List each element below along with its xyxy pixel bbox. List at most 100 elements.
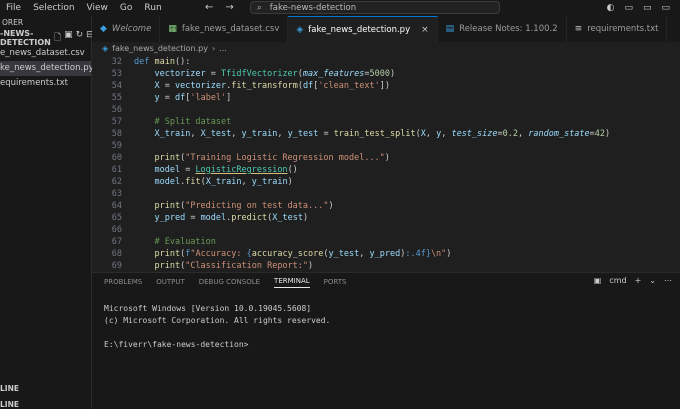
back-arrow-icon[interactable]: ← [205, 0, 213, 16]
line-code: # Split dataset [154, 117, 232, 127]
panel-toggle-icon[interactable]: ▭ [643, 0, 652, 16]
copilot-icon[interactable]: ◐ [607, 0, 615, 16]
line-number: 66 [111, 225, 122, 235]
title-bar: File Selection View Go Run ← → ⌕ fake-ne… [0, 0, 680, 16]
panel-actions: ▣ cmd + ⌄ ⋯ [594, 276, 672, 285]
line-number: 60 [111, 153, 122, 163]
terminal-icon: ▣ [593, 276, 602, 285]
project-name: -NEWS-DETECTION [0, 29, 51, 47]
editor-tabs: ◆ Welcome ▦ fake_news_dataset.csv ◈ fake… [92, 16, 680, 42]
code-line[interactable]: 53 vectorizer = TfidfVectorizer(max_feat… [92, 68, 680, 80]
code-line[interactable]: 56 [92, 104, 680, 116]
file-item-requirements[interactable]: equirements.txt [0, 76, 91, 91]
breadcrumb-scope[interactable]: ... [219, 44, 227, 53]
line-code: def main(): [134, 57, 191, 67]
code-line[interactable]: 65 y_pred = model.predict(X_test) [92, 212, 680, 224]
line-number: 56 [111, 105, 122, 115]
tab-problems[interactable]: PROBLEMS [104, 278, 142, 286]
line-number: 53 [111, 69, 122, 79]
line-number: 62 [111, 177, 122, 187]
file-item-dataset[interactable]: e_news_dataset.csv [0, 46, 91, 61]
outline-section[interactable]: LINE [0, 384, 19, 393]
menu-go[interactable]: Go [114, 0, 138, 16]
tab-welcome[interactable]: ◆ Welcome [92, 16, 161, 42]
line-code: print("Classification Report:") [154, 261, 314, 271]
tab-terminal[interactable]: TERMINAL [274, 277, 310, 288]
tab-detection-py[interactable]: ◈ fake_news_detection.py × [288, 16, 438, 42]
code-line[interactable]: 67 # Evaluation [92, 236, 680, 248]
tab-release-notes[interactable]: ▤ Release Notes: 1.100.2 [438, 16, 567, 42]
new-folder-icon[interactable]: ▣ [64, 30, 73, 46]
tab-requirements[interactable]: ≡ requirements.txt [567, 16, 668, 42]
code-line[interactable]: 68 print(f"Accuracy: {accuracy_score(y_t… [92, 248, 680, 260]
python-icon: ◈ [296, 24, 304, 35]
code-line[interactable]: 57 # Split dataset [92, 116, 680, 128]
timeline-section[interactable]: LINE [0, 400, 19, 409]
line-code: print("Predicting on test data...") [154, 201, 334, 211]
refresh-icon[interactable]: ↻ [76, 30, 84, 46]
file-item-detection[interactable]: ke_news_detection.py [0, 61, 94, 76]
line-number: 67 [111, 237, 122, 247]
close-icon[interactable]: × [421, 25, 429, 35]
code-editor[interactable]: 32 def main(): 53 vectorizer = TfidfVector… [92, 55, 680, 272]
code-line[interactable]: 64 print("Predicting on test data...") [92, 200, 680, 212]
tab-ports[interactable]: PORTS [324, 278, 347, 286]
line-number: 58 [111, 129, 122, 139]
menu-selection[interactable]: Selection [27, 0, 80, 16]
terminal-line: E:\fiverr\fake-news-detection> [104, 340, 249, 349]
code-line[interactable]: 55 y = df['label'] [92, 92, 680, 104]
secondary-bar-icon[interactable]: ▭ [661, 0, 670, 16]
tab-dataset-csv[interactable]: ▦ fake_news_dataset.csv [160, 16, 289, 42]
explorer-sidebar: ORER -NEWS-DETECTION 🗋 ▣ ↻ ⊟ e_news_data… [0, 16, 94, 409]
code-line[interactable]: 54 X = vectorizer.fit_transform(df['clea… [92, 80, 680, 92]
menu-bar: File Selection View Go Run [0, 0, 168, 16]
line-code: print("Training Logistic Regression mode… [154, 153, 390, 163]
new-file-icon[interactable]: 🗋 [54, 30, 61, 46]
menu-file[interactable]: File [0, 0, 27, 16]
line-number: 59 [111, 141, 122, 151]
code-line[interactable]: 58 X_train, X_test, y_train, y_test = tr… [92, 128, 680, 140]
line-number: 32 [111, 57, 122, 67]
window-controls: ◐ ▭ ▭ ▭ [607, 0, 680, 16]
line-number: 64 [111, 201, 122, 211]
project-folder[interactable]: -NEWS-DETECTION 🗋 ▣ ↻ ⊟ [0, 29, 94, 47]
shell-name[interactable]: cmd [609, 276, 626, 285]
csv-icon: ▦ [168, 24, 177, 34]
code-line[interactable]: 59 [92, 140, 680, 152]
code-line[interactable]: 62 model.fit(X_train, y_train) [92, 176, 680, 188]
bottom-panel: PROBLEMS OUTPUT DEBUG CONSOLE TERMINAL P… [92, 272, 680, 409]
line-number: 55 [111, 93, 122, 103]
forward-arrow-icon[interactable]: → [225, 0, 233, 16]
chevron-down-icon[interactable]: ⌄ [649, 276, 656, 285]
line-code: y_pred = model.predict(X_test) [154, 213, 309, 223]
code-line[interactable]: 32 def main(): [92, 56, 680, 68]
add-terminal-icon[interactable]: + [635, 276, 642, 285]
layout-icon[interactable]: ▭ [624, 0, 633, 16]
menu-run[interactable]: Run [138, 0, 167, 16]
line-code: vectorizer = TfidfVectorizer(max_feature… [154, 69, 396, 79]
code-line[interactable]: 63 [92, 188, 680, 200]
code-line[interactable]: 60 print("Training Logistic Regression m… [92, 152, 680, 164]
code-line[interactable]: 69 print("Classification Report:") [92, 260, 680, 272]
command-center-search[interactable]: ⌕ fake-news-detection [250, 1, 500, 14]
breadcrumb-file[interactable]: fake_news_detection.py [112, 44, 208, 53]
line-code: y = df['label'] [154, 93, 232, 103]
search-text: fake-news-detection [269, 2, 357, 13]
panel-tabs: PROBLEMS OUTPUT DEBUG CONSOLE TERMINAL P… [92, 273, 680, 291]
nav-arrows: ← → [205, 0, 234, 16]
menu-view[interactable]: View [81, 0, 114, 16]
code-line[interactable]: 61 model = LogisticRegression() [92, 164, 680, 176]
more-icon[interactable]: ⋯ [664, 276, 672, 285]
code-line[interactable]: 66 [92, 224, 680, 236]
tab-debug-console[interactable]: DEBUG CONSOLE [199, 278, 260, 286]
tab-output[interactable]: OUTPUT [156, 278, 185, 286]
line-code: model = LogisticRegression() [154, 165, 298, 175]
line-number: 63 [111, 189, 122, 199]
explorer-header: ORER [2, 18, 24, 27]
search-icon: ⌕ [257, 2, 262, 13]
line-number: 57 [111, 117, 122, 127]
line-number: 65 [111, 213, 122, 223]
terminal-output[interactable]: Microsoft Windows [Version 10.0.19045.56… [104, 303, 330, 351]
line-code: X = vectorizer.fit_transform(df['clean_t… [154, 81, 390, 91]
